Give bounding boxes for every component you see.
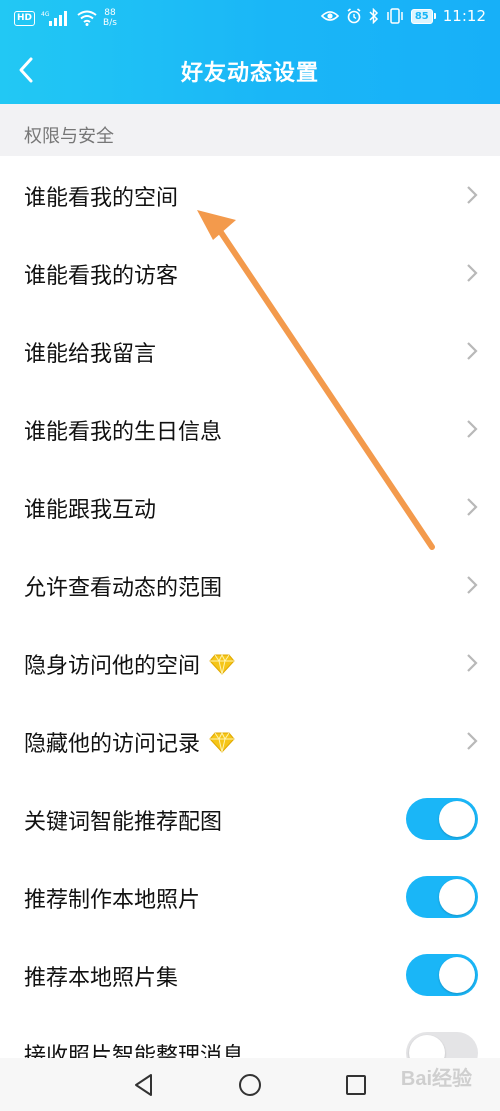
bluetooth-icon: [369, 8, 378, 24]
app-header: HD 4G 88 B/s 85 11:12 好友动态设置: [0, 0, 500, 104]
alarm-icon: [347, 8, 361, 24]
vip-diamond-icon: [209, 653, 235, 675]
setting-label: 隐藏他的访问记录: [24, 732, 201, 757]
wifi-icon: [77, 10, 97, 26]
toggle-switch-on[interactable]: [406, 876, 478, 918]
vibrate-icon: [387, 8, 403, 24]
nav-back-icon[interactable]: [131, 1072, 157, 1098]
setting-label: 谁能看我的生日信息: [24, 420, 223, 445]
setting-row-feed-visible-range[interactable]: 允许查看动态的范围: [0, 546, 500, 624]
settings-list: 谁能看我的空间 谁能看我的访客 谁能给我留言 谁能看我的生日信息 谁能跟我互动 …: [0, 156, 500, 1092]
eye-icon: [320, 11, 339, 21]
setting-row-who-can-view-space[interactable]: 谁能看我的空间: [0, 156, 500, 234]
nav-recents-icon[interactable]: [343, 1072, 369, 1098]
network-speed: 88 B/s: [103, 8, 117, 28]
setting-label: 关键词智能推荐配图: [24, 810, 223, 835]
nav-home-icon[interactable]: [237, 1072, 263, 1098]
signal-icon: 4G: [41, 11, 68, 26]
setting-label: 谁能给我留言: [24, 342, 157, 367]
toggle-switch-on[interactable]: [406, 798, 478, 840]
setting-label-with-vip: 隐藏他的访问记录: [24, 726, 236, 758]
chevron-right-icon: [467, 186, 478, 204]
chevron-right-icon: [467, 498, 478, 516]
setting-row-invisible-visit[interactable]: 隐身访问他的空间: [0, 624, 500, 702]
network-type: 4G: [41, 11, 50, 18]
chevron-right-icon: [467, 654, 478, 672]
setting-label: 允许查看动态的范围: [24, 576, 223, 601]
status-time: 11:12: [442, 7, 486, 25]
toggle-knob: [439, 957, 475, 993]
setting-label: 谁能看我的空间: [24, 186, 179, 211]
status-bar: HD 4G 88 B/s 85 11:12: [0, 0, 500, 36]
setting-row-who-can-interact[interactable]: 谁能跟我互动: [0, 468, 500, 546]
toggle-switch-on[interactable]: [406, 954, 478, 996]
chevron-right-icon: [467, 264, 478, 282]
page-title: 好友动态设置: [180, 61, 319, 86]
vip-diamond-icon: [209, 731, 235, 753]
network-speed-unit: B/s: [103, 18, 117, 28]
section-header: 权限与安全: [0, 104, 500, 156]
battery-tip: [433, 13, 436, 19]
chevron-right-icon: [467, 342, 478, 360]
setting-row-recommend-local-photos: 推荐制作本地照片: [0, 858, 500, 936]
status-left: HD 4G 88 B/s: [14, 8, 117, 28]
battery-indicator: 85: [410, 8, 436, 24]
battery-level: 85: [410, 8, 433, 24]
watermark: Bai经验: [400, 1068, 472, 1090]
setting-row-recommend-photo-sets: 推荐本地照片集: [0, 936, 500, 1014]
setting-label-with-vip: 隐身访问他的空间: [24, 648, 236, 680]
setting-label: 谁能看我的访客: [24, 264, 179, 289]
chevron-right-icon: [467, 420, 478, 438]
chevron-right-icon: [467, 576, 478, 594]
setting-label: 谁能跟我互动: [24, 498, 157, 523]
section-title: 权限与安全: [24, 126, 114, 147]
status-right: 85 11:12: [320, 7, 486, 25]
setting-row-hide-visit-record[interactable]: 隐藏他的访问记录: [0, 702, 500, 780]
setting-label: 推荐制作本地照片: [24, 888, 201, 913]
setting-row-who-can-leave-message[interactable]: 谁能给我留言: [0, 312, 500, 390]
chevron-right-icon: [467, 732, 478, 750]
setting-label: 推荐本地照片集: [24, 966, 179, 991]
setting-row-who-can-view-birthday[interactable]: 谁能看我的生日信息: [0, 390, 500, 468]
setting-row-keyword-smart-image: 关键词智能推荐配图: [0, 780, 500, 858]
toggle-knob: [439, 879, 475, 915]
network-speed-value: 88: [104, 8, 116, 18]
setting-row-who-can-view-visitors[interactable]: 谁能看我的访客: [0, 234, 500, 312]
hd-badge: HD: [14, 10, 36, 26]
toggle-knob: [439, 801, 475, 837]
setting-label: 隐身访问他的空间: [24, 654, 201, 679]
